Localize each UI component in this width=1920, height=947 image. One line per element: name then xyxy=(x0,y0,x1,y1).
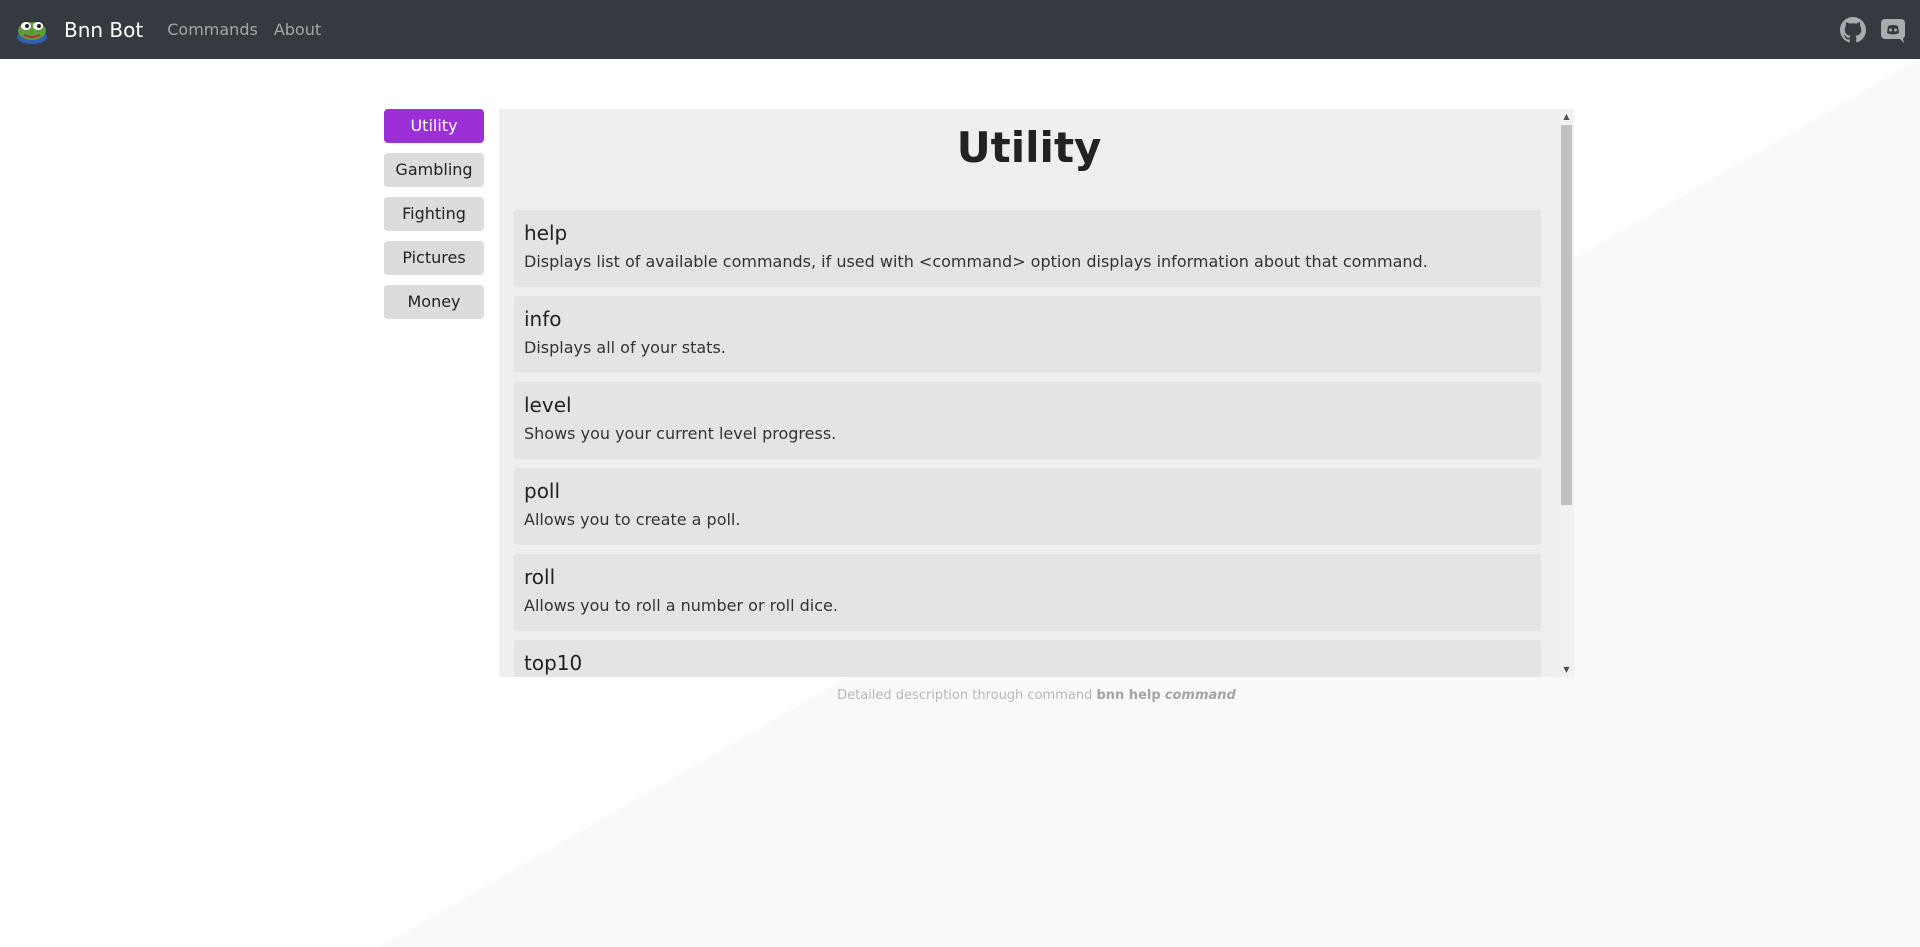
command-card: level Shows you your current level progr… xyxy=(514,382,1541,459)
command-description: Allows you to create a poll. xyxy=(524,510,741,529)
command-card: info Displays all of your stats. xyxy=(514,296,1541,373)
category-button-pictures[interactable]: Pictures xyxy=(384,241,484,275)
command-name: info xyxy=(524,307,562,331)
discord-icon[interactable] xyxy=(1880,17,1906,43)
github-icon[interactable] xyxy=(1840,16,1866,43)
category-button-fighting[interactable]: Fighting xyxy=(384,197,484,231)
command-name: help xyxy=(524,221,568,245)
nav-link-commands[interactable]: Commands xyxy=(167,20,258,39)
command-name: poll xyxy=(524,479,561,503)
category-title: Utility xyxy=(956,123,1102,172)
command-description: Allows you to roll a number or roll dice… xyxy=(524,596,838,615)
navbar-right-icons xyxy=(1826,16,1906,43)
command-name: roll xyxy=(524,565,556,589)
command-card: help Displays list of available commands… xyxy=(514,210,1541,287)
brand-name: Bnn Bot xyxy=(64,17,144,42)
command-card: top10 xyxy=(514,640,1541,677)
command-description: Displays all of your stats. xyxy=(524,338,726,357)
commands-panel[interactable]: Utility help Displays list of available … xyxy=(499,109,1574,677)
command-name: level xyxy=(524,393,572,417)
command-card: poll Allows you to create a poll. xyxy=(514,468,1541,545)
command-description: Displays list of available commands, if … xyxy=(524,252,1428,271)
category-button-gambling[interactable]: Gambling xyxy=(384,153,484,187)
help-hint: Detailed description through command bnn… xyxy=(499,688,1574,703)
command-list: help Displays list of available commands… xyxy=(514,210,1541,677)
frog-logo-icon xyxy=(17,21,47,44)
top-navbar: Bnn Bot Commands About xyxy=(0,0,1920,59)
scroll-thumb[interactable] xyxy=(1561,125,1572,505)
help-hint-prefix: Detailed description through command xyxy=(837,688,1093,703)
category-button-money[interactable]: Money xyxy=(384,285,484,319)
help-hint-command: bnn help xyxy=(1096,688,1161,703)
category-button-utility[interactable]: Utility xyxy=(384,109,484,143)
command-description: Shows you your current level progress. xyxy=(524,424,837,443)
help-hint-argument: command xyxy=(1164,688,1236,703)
command-card: roll Allows you to roll a number or roll… xyxy=(514,554,1541,631)
nav-link-about[interactable]: About xyxy=(274,20,321,39)
scroll-down-arrow-icon[interactable]: ▼ xyxy=(1559,662,1574,677)
brand-link[interactable]: Bnn Bot xyxy=(16,15,143,45)
panel-scrollbar[interactable]: ▲ ▼ xyxy=(1559,109,1574,677)
scroll-up-arrow-icon[interactable]: ▲ xyxy=(1559,109,1574,124)
command-name: top10 xyxy=(524,651,583,675)
category-sidebar: Utility Gambling Fighting Pictures Money xyxy=(384,109,484,329)
